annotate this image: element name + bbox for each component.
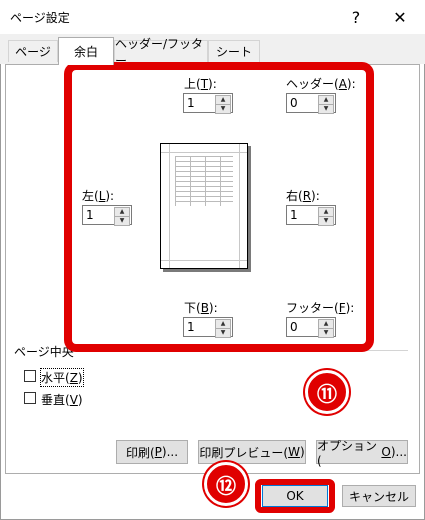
tab-margins-label: 余白 xyxy=(73,45,98,59)
print-preview-button[interactable]: 印刷プレビュー(W) xyxy=(198,440,306,464)
step-12-badge: ⑫ xyxy=(204,462,248,506)
tab-sheet[interactable]: シート xyxy=(208,40,260,62)
vertical-label: 垂直(V) xyxy=(41,393,83,407)
horizontal-label: 水平(Z) xyxy=(40,368,84,387)
margins-highlight-box xyxy=(64,62,374,352)
help-icon: ? xyxy=(351,7,361,27)
step-11-badge: ⑪ xyxy=(305,370,349,414)
close-button[interactable]: ✕ xyxy=(380,4,420,30)
print-button[interactable]: 印刷(P)... xyxy=(116,440,188,464)
vertical-checkbox[interactable] xyxy=(24,392,36,404)
close-icon: ✕ xyxy=(393,7,407,27)
horizontal-checkbox[interactable] xyxy=(24,370,36,382)
tab-margins[interactable]: 余白 xyxy=(58,37,114,65)
tab-page-label: ページ xyxy=(15,45,51,59)
tab-sheet-label: シート xyxy=(215,45,252,59)
dialog-title: ページ設定 xyxy=(10,11,70,25)
tab-header-footer[interactable]: ヘッダー/フッター xyxy=(114,37,208,68)
help-button[interactable]: ? xyxy=(336,4,376,30)
tab-page[interactable]: ページ xyxy=(8,40,58,62)
cancel-button[interactable]: キャンセル xyxy=(342,485,416,507)
ok-highlight-box xyxy=(255,479,335,513)
options-button[interactable]: オプション(O)... xyxy=(316,439,408,468)
